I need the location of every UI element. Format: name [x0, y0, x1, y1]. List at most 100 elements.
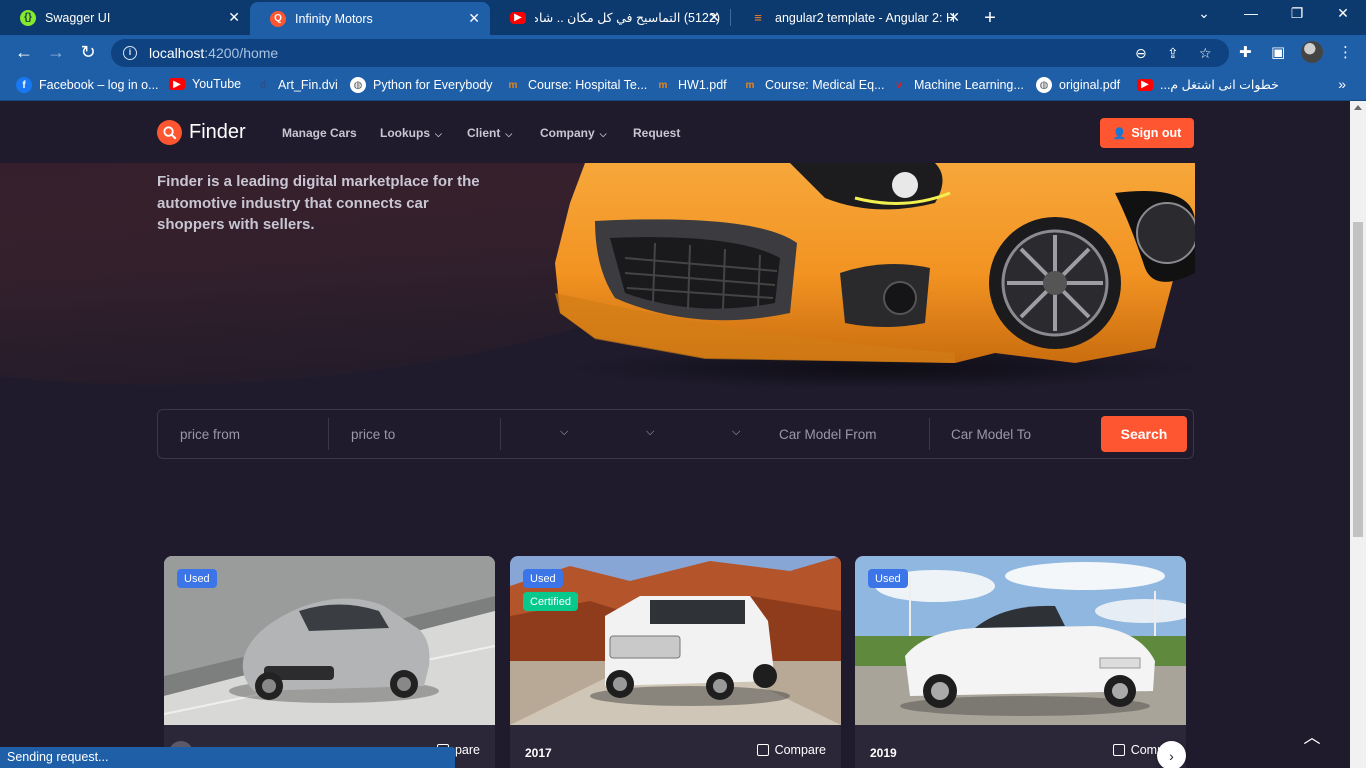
- bookmark-arabic-video[interactable]: ▶ خطوات انى اشتغل م...: [1137, 77, 1279, 92]
- price-to-input[interactable]: price to: [351, 410, 501, 458]
- youtube-icon: ▶: [1137, 78, 1153, 91]
- site-navbar: Finder Manage Cars Lookups ⌵ Client ⌵ Comp…: [0, 101, 1350, 163]
- more-bookmarks-icon[interactable]: »: [1338, 76, 1346, 92]
- bookmark-hospital-course[interactable]: m Course: Hospital Te...: [505, 77, 648, 93]
- nav-client[interactable]: Client ⌵: [467, 126, 512, 140]
- car-card-1[interactable]: Used pare: [164, 556, 495, 768]
- car-year: 2017: [525, 746, 552, 760]
- share-icon[interactable]: ⇪: [1167, 45, 1179, 62]
- checkbox-icon[interactable]: [1112, 744, 1125, 756]
- field-divider: [328, 418, 329, 450]
- new-tab-icon[interactable]: +: [980, 7, 1000, 30]
- filter-select-1[interactable]: [501, 410, 586, 458]
- bookmark-youtube[interactable]: ▶ YouTube: [169, 77, 241, 91]
- tab-search-chevron-icon[interactable]: ⌄: [1181, 5, 1227, 22]
- back-arrow-icon[interactable]: ←: [13, 42, 35, 63]
- browser-toolbar: ← → ↻ i localhost:4200/home ⊖ ⇪ ☆ ✚ ▣ ⋮: [0, 35, 1366, 70]
- facebook-icon: f: [16, 77, 32, 93]
- car-photo-white-convertible[interactable]: Used: [855, 556, 1186, 725]
- carousel-next-chevron-icon[interactable]: ›: [1157, 741, 1186, 768]
- car-card-2[interactable]: Used Certified 2017 Compare: [510, 556, 841, 768]
- price-from-input[interactable]: price from: [180, 410, 330, 458]
- scrollbar-thumb[interactable]: [1353, 222, 1363, 537]
- finder-logo-icon: Q: [270, 10, 286, 27]
- menu-kebab-icon[interactable]: ⋮: [1338, 43, 1353, 61]
- bookmark-medical-course[interactable]: m Course: Medical Eq...: [742, 77, 885, 93]
- url-path: :4200/home: [204, 45, 279, 61]
- bookmark-machine-learning[interactable]: ν Machine Learning...: [891, 77, 1024, 93]
- browser-status-bar: Sending request...: [0, 747, 455, 768]
- nav-lookups[interactable]: Lookups ⌵: [380, 126, 442, 140]
- page-scrollbar[interactable]: [1350, 101, 1366, 768]
- swagger-icon: {}: [20, 9, 36, 26]
- moodle-icon: m: [658, 79, 668, 91]
- car-card-3[interactable]: Used 2019 Compa: [855, 556, 1186, 768]
- bookmark-label: خطوات انى اشتغل م...: [1160, 78, 1279, 92]
- nav-company[interactable]: Company ⌵: [540, 126, 607, 140]
- minimize-icon[interactable]: —: [1228, 5, 1274, 21]
- compare-label: pare: [454, 743, 480, 757]
- sign-out-button[interactable]: 👤 Sign out: [1100, 118, 1194, 148]
- tab-title: angular2 template - Angular 2: H: [775, 10, 955, 25]
- badge-label: Certified: [530, 595, 571, 608]
- browser-tab-strip: {} Swagger UI ✕ Q Infinity Motors ✕ ▶ (5…: [0, 0, 1366, 35]
- tab-stackoverflow[interactable]: ≡ angular2 template - Angular 2: H ✕: [730, 0, 970, 35]
- hero-car-image: [555, 163, 1195, 388]
- forward-arrow-icon[interactable]: →: [45, 42, 67, 63]
- nav-request[interactable]: Request: [633, 126, 680, 140]
- extensions-icon[interactable]: ✚: [1239, 43, 1252, 61]
- bookmark-original-pdf[interactable]: ◍ original.pdf: [1036, 77, 1120, 93]
- car-photo-white-suv[interactable]: Used Certified: [510, 556, 841, 725]
- youtube-icon: ▶: [169, 78, 185, 90]
- nav-label: Manage Cars: [282, 126, 357, 140]
- model-to-placeholder: Car Model To: [951, 426, 1032, 442]
- close-icon[interactable]: ✕: [228, 9, 240, 26]
- close-icon[interactable]: ✕: [468, 10, 480, 27]
- scroll-up-arrow-icon[interactable]: [1354, 105, 1362, 110]
- bookmark-facebook[interactable]: f Facebook – log in o...: [16, 77, 159, 93]
- search-button-label: Search: [1120, 426, 1168, 442]
- close-icon[interactable]: ✕: [708, 9, 720, 26]
- badge-label: Used: [184, 572, 210, 585]
- badge-label: Used: [875, 572, 901, 585]
- chevron-down-icon: ⌵: [435, 129, 442, 139]
- close-window-icon[interactable]: ✕: [1320, 5, 1366, 22]
- restore-icon[interactable]: ❐: [1274, 5, 1320, 22]
- car-model-to-input[interactable]: Car Model To: [951, 410, 1091, 458]
- close-icon[interactable]: ✕: [948, 9, 960, 26]
- bookmarks-bar: f Facebook – log in o... ▶ YouTube d Art_Fi…: [0, 70, 1366, 101]
- chevron-down-icon: ⌵: [646, 426, 655, 438]
- finder-logo[interactable]: Finder: [157, 120, 246, 145]
- checkbox-icon[interactable]: [756, 744, 769, 756]
- bookmark-label: Course: Hospital Te...: [528, 78, 648, 92]
- car-photo-silver-coupe[interactable]: Used: [164, 556, 495, 725]
- address-bar[interactable]: i localhost:4200/home ⊖ ⇪ ☆: [111, 39, 1229, 67]
- bookmark-label: Course: Medical Eq...: [765, 78, 885, 92]
- bookmark-hw1[interactable]: m HW1.pdf: [655, 77, 727, 93]
- bookmark-python[interactable]: ◍ Python for Everybody: [350, 77, 493, 93]
- search-button[interactable]: Search: [1101, 416, 1187, 452]
- compare-label: Compare: [774, 743, 826, 757]
- compare-checkbox[interactable]: Compare: [756, 743, 826, 757]
- badge-label: Used: [530, 572, 556, 585]
- bookmark-label: Machine Learning...: [914, 78, 1024, 92]
- car-model-from-input[interactable]: Car Model From: [779, 410, 929, 458]
- chevron-down-icon: ⌵: [732, 426, 741, 438]
- zoom-icon[interactable]: ⊖: [1135, 45, 1147, 62]
- filter-select-3[interactable]: [674, 410, 759, 458]
- reload-icon[interactable]: ↻: [77, 42, 99, 63]
- filter-select-2[interactable]: [588, 410, 673, 458]
- site-info-icon[interactable]: i: [123, 46, 137, 60]
- tab-swagger-ui[interactable]: {} Swagger UI ✕: [0, 0, 250, 35]
- bookmark-label: Facebook – log in o...: [39, 78, 159, 92]
- bookmark-star-icon[interactable]: ☆: [1199, 45, 1212, 62]
- bookmark-art-fin[interactable]: d Art_Fin.dvi: [255, 77, 338, 93]
- profile-avatar[interactable]: [1301, 41, 1323, 63]
- tab-infinity-motors[interactable]: Q Infinity Motors ✕: [250, 2, 490, 35]
- tab-title: (5122) التماسيح في كل مكان .. شاه: [535, 11, 720, 25]
- side-panel-icon[interactable]: ▣: [1271, 43, 1285, 61]
- price-from-placeholder: price from: [180, 426, 241, 442]
- nav-manage-cars[interactable]: Manage Cars: [282, 126, 357, 140]
- scroll-to-top-chevron-icon[interactable]: ︿: [1301, 723, 1323, 747]
- tab-youtube-video[interactable]: ▶ (5122) التماسيح في كل مكان .. شاه ✕: [490, 0, 730, 35]
